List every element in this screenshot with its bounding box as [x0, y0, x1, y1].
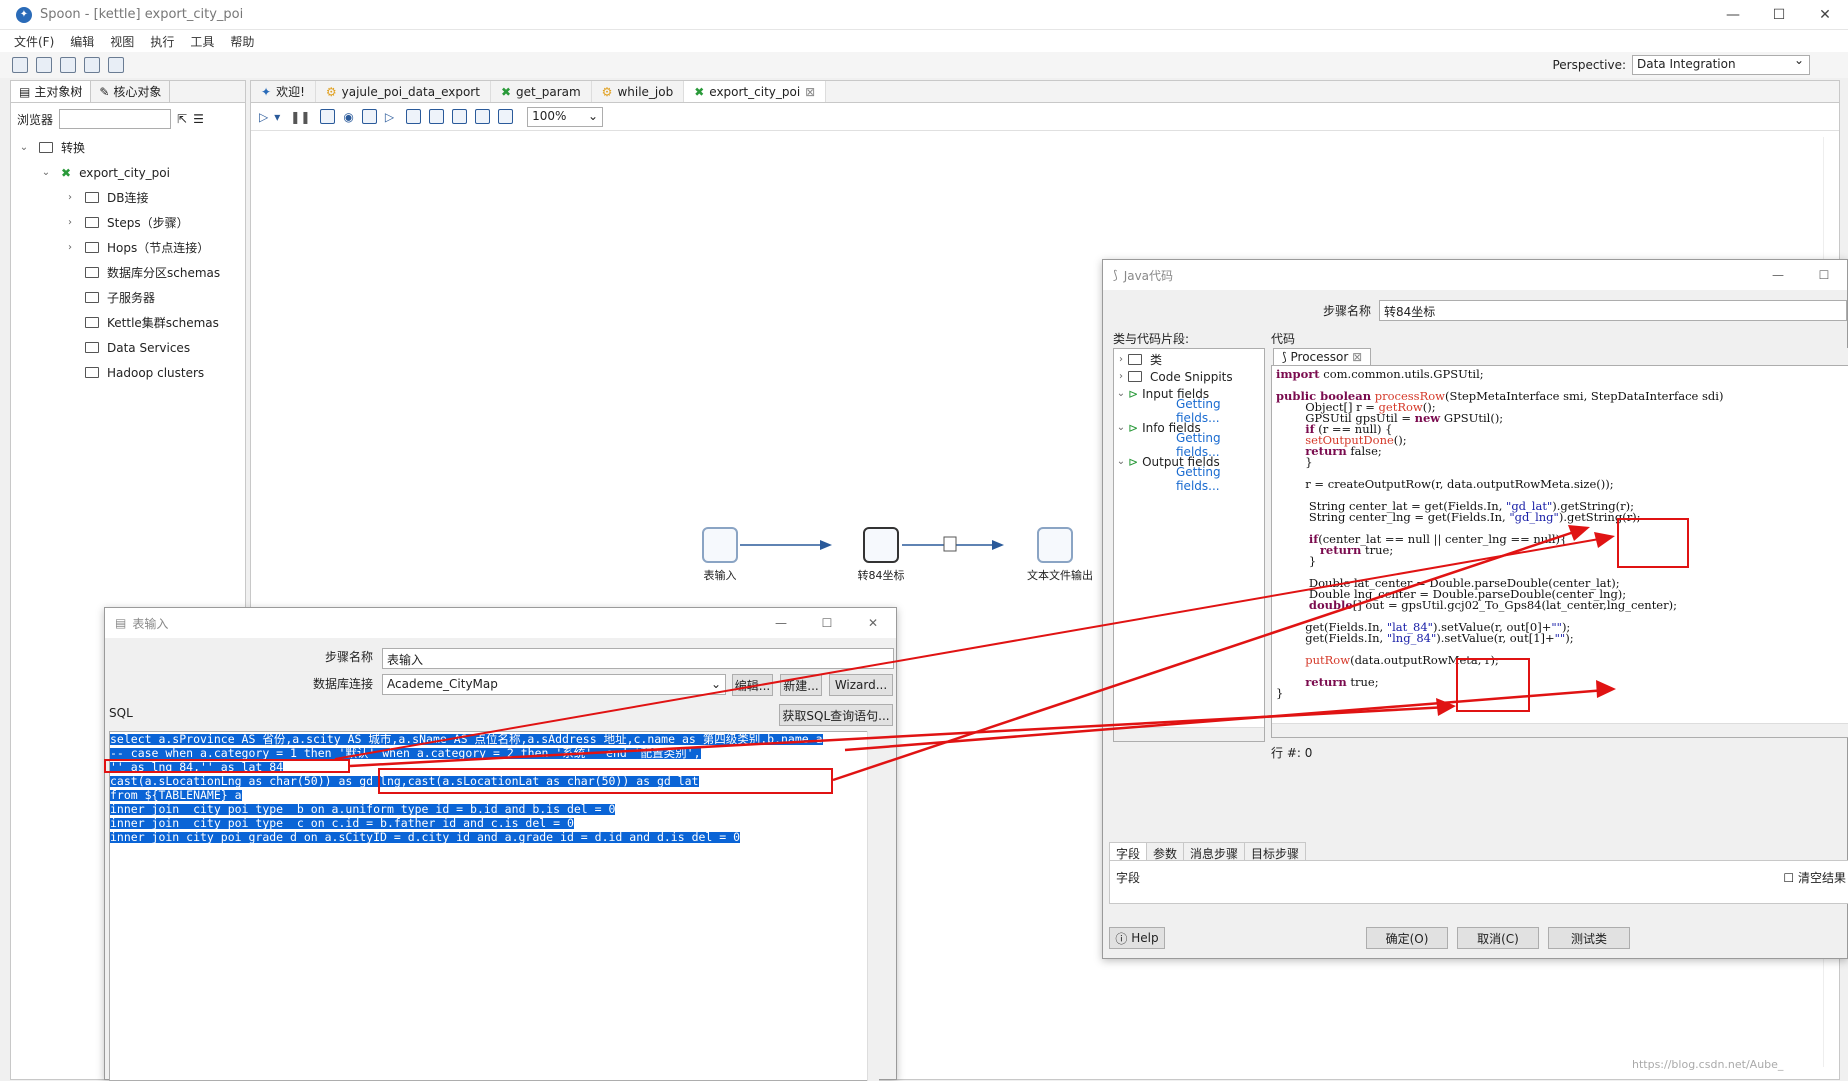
- minimize-icon[interactable]: —: [1755, 260, 1801, 290]
- sql-line: select a.sProvince AS 省份,a.scity AS 城市,a…: [110, 732, 823, 746]
- output-fields-icon: ⊳: [1128, 454, 1139, 469]
- annotation-box-gd: [378, 768, 833, 794]
- step-name-label: 步骤名称: [1323, 304, 1372, 318]
- getting-fields-output[interactable]: Getting fields...: [1114, 465, 1264, 493]
- tree-code-snippits[interactable]: › Code Snippits: [1114, 368, 1264, 385]
- tree-label: 类: [1150, 353, 1163, 367]
- chevron-right-icon[interactable]: ›: [1114, 354, 1128, 365]
- chevron-down-icon[interactable]: ⌄: [1114, 388, 1128, 399]
- chevron-down-icon: ⌄: [710, 677, 721, 691]
- java-code-editor[interactable]: import com.common.utils.GPSUtil; public …: [1271, 366, 1848, 738]
- sql-line: inner join city_poi_type b on a.uniform_…: [110, 802, 616, 816]
- help-label: Help: [1131, 931, 1159, 945]
- help-button[interactable]: ⓘ Help: [1109, 927, 1165, 949]
- new-button[interactable]: 新建...: [780, 674, 822, 696]
- maximize-icon[interactable]: ☐: [804, 608, 850, 638]
- info-fields-icon: ⊳: [1128, 420, 1139, 435]
- dialog-icon: ⟆: [1113, 268, 1118, 282]
- getting-fields-input[interactable]: Getting fields...: [1114, 397, 1264, 425]
- wizard-button[interactable]: Wizard...: [829, 674, 893, 696]
- input-fields-icon: ⊳: [1128, 386, 1139, 401]
- step-name-input[interactable]: 转84坐标: [1379, 300, 1847, 321]
- help-icon: ⓘ: [1115, 931, 1128, 946]
- get-sql-button[interactable]: 获取SQL查询语句...: [779, 704, 893, 726]
- tab-processor-label: Processor: [1290, 350, 1349, 364]
- step-name-input[interactable]: 表输入: [382, 648, 894, 669]
- chevron-down-icon[interactable]: ⌄: [1114, 422, 1128, 433]
- sql-line: inner join city_poi_grade d on a.sCityID…: [110, 830, 741, 844]
- fields-panel: 字段 ☐ 清空结果: [1109, 860, 1848, 904]
- sql-line: -- case when a.category = 1 then '默认' wh…: [110, 746, 701, 760]
- step-name-value: 转84坐标: [1384, 305, 1436, 319]
- dialog-icon: ▤: [115, 616, 127, 630]
- snippets-tree: › 类 › Code Snippits ⌄ ⊳ Input fields Getting…: [1113, 348, 1265, 742]
- maximize-icon[interactable]: ☐: [1801, 260, 1847, 290]
- getting-fields-info[interactable]: Getting fields...: [1114, 431, 1264, 459]
- db-connection-value: Academe_CityMap: [387, 677, 498, 691]
- script-icon: ⟆: [1282, 350, 1287, 364]
- snippets-hscrollbar[interactable]: [1114, 727, 1264, 741]
- sql-line: inner join city_poi_type c on c.id = b.f…: [110, 816, 574, 830]
- annotation-box-84: [104, 759, 350, 773]
- tree-class[interactable]: › 类: [1114, 351, 1264, 368]
- code-tabs: ⟆ Processor ⊠: [1271, 348, 1848, 366]
- code-hscrollbar[interactable]: [1272, 723, 1848, 737]
- code-label: 代码: [1271, 332, 1296, 346]
- ok-button[interactable]: 确定(O): [1366, 927, 1448, 949]
- close-tab-icon[interactable]: ⊠: [1352, 350, 1362, 364]
- annotation-box-84-fields: [1456, 658, 1530, 712]
- table-input-dialog: ▤ 表输入 — ☐ ✕ 步骤名称 表输入 数据库连接 Academe_CityMap ⌄…: [104, 607, 897, 1081]
- db-connection-select[interactable]: Academe_CityMap ⌄: [382, 674, 726, 695]
- test-class-button[interactable]: 测试类: [1548, 927, 1630, 949]
- fields-label: 字段: [1116, 871, 1141, 885]
- tree-label: Code Snippits: [1150, 369, 1233, 384]
- folder-icon: [1128, 371, 1142, 382]
- tab-processor[interactable]: ⟆ Processor ⊠: [1273, 348, 1372, 365]
- chevron-down-icon[interactable]: ⌄: [1114, 456, 1128, 467]
- cancel-button[interactable]: 取消(C): [1457, 927, 1539, 949]
- step-name-label: 步骤名称: [325, 650, 374, 664]
- edit-button[interactable]: 编辑...: [732, 674, 773, 696]
- minimize-icon[interactable]: —: [758, 608, 804, 638]
- step-name-value: 表输入: [387, 653, 424, 667]
- watermark-text: https://blog.csdn.net/Aube_: [1632, 1058, 1784, 1071]
- chevron-right-icon[interactable]: ›: [1114, 371, 1128, 382]
- db-connection-label: 数据库连接: [313, 677, 374, 691]
- sql-label: SQL: [109, 706, 133, 720]
- row-indicator: 行 #: 0: [1271, 746, 1313, 760]
- dialog-title: Java代码: [1123, 268, 1174, 283]
- sql-scrollbar[interactable]: [867, 731, 879, 1081]
- java-code-dialog: ⟆ Java代码 — ☐ 步骤名称 转84坐标 类与代码片段: 代码 › 类 › Cod…: [1102, 259, 1848, 959]
- sql-line: from ${TABLENAME} a: [110, 788, 242, 802]
- close-icon[interactable]: ✕: [850, 608, 896, 638]
- annotation-box-gd-fields: [1617, 518, 1689, 568]
- clear-results-checkbox[interactable]: ☐ 清空结果: [1783, 869, 1846, 886]
- snippets-label: 类与代码片段:: [1113, 332, 1190, 346]
- folder-icon: [1128, 354, 1142, 365]
- clear-results-label: 清空结果: [1797, 871, 1846, 885]
- dialog-title: 表输入: [132, 616, 169, 631]
